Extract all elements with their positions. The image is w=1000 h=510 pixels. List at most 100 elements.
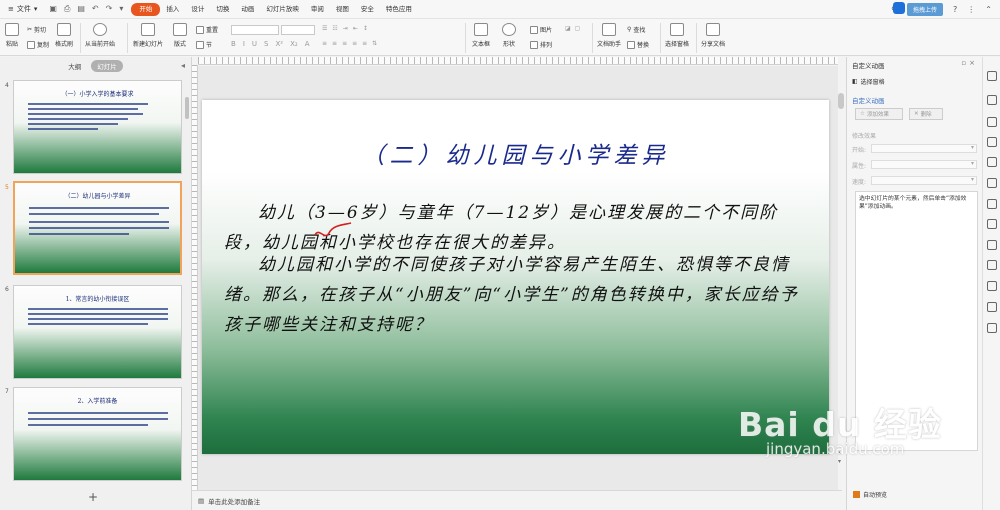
thumbnail-number: 5 (5, 184, 9, 191)
shape-outline-icon[interactable]: ▢ (575, 25, 581, 32)
align-left-icon[interactable]: ≡ (322, 40, 327, 47)
group-icon[interactable] (987, 240, 997, 250)
copy-button[interactable]: 复制 (27, 40, 49, 49)
menu-tab-9[interactable]: 特色应用 (380, 3, 418, 16)
strike-icon[interactable]: S (264, 40, 268, 48)
start-select[interactable] (871, 144, 977, 153)
arrange-button[interactable]: 排列 (530, 40, 552, 49)
animation-icon[interactable] (987, 95, 997, 105)
delete-button[interactable]: ✕ 删除 (909, 108, 943, 120)
menu-tab-5[interactable]: 幻灯片放映 (260, 3, 305, 16)
next-page-icon[interactable]: ▾ (838, 457, 846, 466)
underline-icon[interactable]: U (252, 40, 257, 48)
more-icon[interactable]: ▾ (119, 4, 123, 14)
help-icon[interactable] (987, 323, 997, 333)
close-icon[interactable]: × (969, 59, 978, 67)
text-direction-icon[interactable]: ⇅ (372, 40, 377, 47)
slide-thumbnail[interactable]: （一）小学入学的基本要求 (13, 80, 182, 174)
link-icon[interactable] (987, 302, 997, 312)
add-slide-button[interactable]: + (88, 490, 98, 504)
slide-paragraph[interactable]: 幼儿（3—6岁）与童年（7—12岁）是心理发展的二个不同阶段，幼儿园和小学校也存… (224, 198, 806, 258)
paste-button[interactable]: 粘贴 (5, 23, 19, 48)
select-pane-button[interactable]: 选择窗格 (665, 23, 689, 48)
bullet-list-icon[interactable]: ☰ (322, 25, 327, 32)
auto-preview-checkbox[interactable]: 自动预览 (853, 490, 887, 499)
transition-icon[interactable] (987, 157, 997, 167)
find-button[interactable]: ⚲ 查找 (627, 25, 645, 34)
star-icon[interactable] (987, 219, 997, 229)
add-effect-button[interactable]: ☆ 添加效果 (855, 108, 903, 120)
file-menu[interactable]: ≡ 文件 ▾ (4, 2, 41, 17)
outdent-icon[interactable]: ⇤ (353, 25, 358, 32)
table-icon[interactable] (987, 199, 997, 209)
font-size-combo[interactable] (281, 25, 315, 35)
collapse-panel-icon[interactable]: ◂ (181, 61, 185, 70)
menu-tab-4[interactable]: 动画 (235, 3, 260, 16)
reset-button[interactable]: 重置 (196, 25, 218, 34)
redo-icon[interactable]: ↷ (106, 4, 113, 14)
copy-format-icon[interactable] (987, 178, 997, 188)
help-icon[interactable]: ? (953, 5, 957, 14)
slide-paragraph[interactable]: 幼儿园和小学的不同使孩子对小学容易产生陌生、恐惧等不良情绪。那么，在孩子从“小朋… (224, 250, 806, 340)
section-button[interactable]: 节 (196, 40, 212, 49)
share-doc-button[interactable]: 分享文档 (701, 23, 725, 48)
more-options-icon[interactable]: ⋮ (967, 5, 975, 14)
save-icon[interactable]: ▣ (49, 4, 57, 14)
numbered-list-icon[interactable]: ☷ (332, 25, 337, 32)
menu-tab-1[interactable]: 插入 (160, 3, 185, 16)
notes-area[interactable]: ▤ 单击此处添加备注 (192, 490, 842, 510)
tab-outline[interactable]: 大纲 (68, 61, 81, 71)
picture-icon[interactable] (987, 260, 997, 270)
slide-thumbnail-selected[interactable]: （二）幼儿园与小学差异 (13, 181, 182, 275)
undo-icon[interactable]: ↶ (92, 4, 99, 14)
indent-icon[interactable]: ⇥ (343, 25, 348, 32)
slide-title[interactable]: （二）幼儿园与小学差异 (202, 136, 829, 170)
slide-thumbnail[interactable]: 2、入学前准备 (13, 387, 182, 481)
layout-button[interactable]: 版式 (173, 23, 187, 48)
justify-icon[interactable]: ≡ (352, 40, 357, 47)
align-right-icon[interactable]: ≡ (342, 40, 347, 47)
thumbnail-scrollbar[interactable] (185, 97, 189, 119)
print-icon[interactable]: ⎙ (64, 4, 70, 14)
slide-thumbnail[interactable]: 1、常言的幼小衔接误区 (13, 285, 182, 379)
pin-icon[interactable]: ▫ (961, 59, 969, 67)
select-pane-link[interactable]: ◧ 选择窗格 (852, 77, 885, 86)
shape-fill-icon[interactable]: ◪ (565, 25, 571, 32)
menu-tab-7[interactable]: 视图 (330, 3, 355, 16)
line-spacing-icon[interactable]: ↕ (363, 25, 368, 32)
canvas-scrollbar[interactable] (838, 93, 844, 109)
print-preview-icon[interactable]: ▤ (77, 4, 85, 14)
menu-tab-0[interactable]: 开始 (131, 2, 161, 16)
shape-button[interactable]: 形状 (502, 23, 516, 48)
upload-button[interactable]: 拖拽上传 (893, 2, 944, 16)
align-center-icon[interactable]: ≡ (332, 40, 337, 47)
doc-assistant-button[interactable]: 文档助手 (597, 23, 621, 48)
menu-tab-2[interactable]: 设计 (185, 3, 210, 16)
cut-button[interactable]: ✂ 剪切 (27, 25, 46, 34)
magic-icon[interactable] (987, 117, 997, 127)
cursor-icon[interactable] (987, 71, 997, 81)
font-name-combo[interactable] (231, 25, 279, 35)
format-painter-button[interactable]: 格式刷 (55, 23, 73, 48)
current-slide[interactable]: （二）幼儿园与小学差异 幼儿（3—6岁）与童年（7—12岁）是心理发展的二个不同… (202, 100, 829, 454)
textbox-button[interactable]: 文本框 (472, 23, 490, 48)
speed-select[interactable] (871, 176, 977, 185)
distribute-icon[interactable]: ≡ (362, 40, 367, 47)
picture-button[interactable]: 图片 (530, 25, 552, 34)
replace-button[interactable]: 替换 (627, 40, 649, 49)
bold-icon[interactable]: B (231, 40, 236, 48)
property-select[interactable] (871, 160, 977, 169)
font-color-icon[interactable]: A (305, 40, 310, 48)
settings-sliders-icon[interactable] (987, 137, 997, 147)
new-slide-button[interactable]: 新建幻灯片 (133, 23, 163, 48)
menu-tab-8[interactable]: 安全 (355, 3, 380, 16)
tab-slides[interactable]: 幻灯片 (91, 60, 123, 72)
subscript-icon[interactable]: X₂ (290, 40, 298, 48)
collapse-ribbon-icon[interactable]: ⌃ (985, 5, 992, 14)
text-icon[interactable] (987, 281, 997, 291)
superscript-icon[interactable]: X² (275, 40, 283, 48)
menu-tab-3[interactable]: 切换 (210, 3, 235, 16)
menu-tab-6[interactable]: 审阅 (305, 3, 330, 16)
from-current-button[interactable]: 从当前开始 (85, 23, 115, 48)
italic-icon[interactable]: I (243, 40, 245, 48)
